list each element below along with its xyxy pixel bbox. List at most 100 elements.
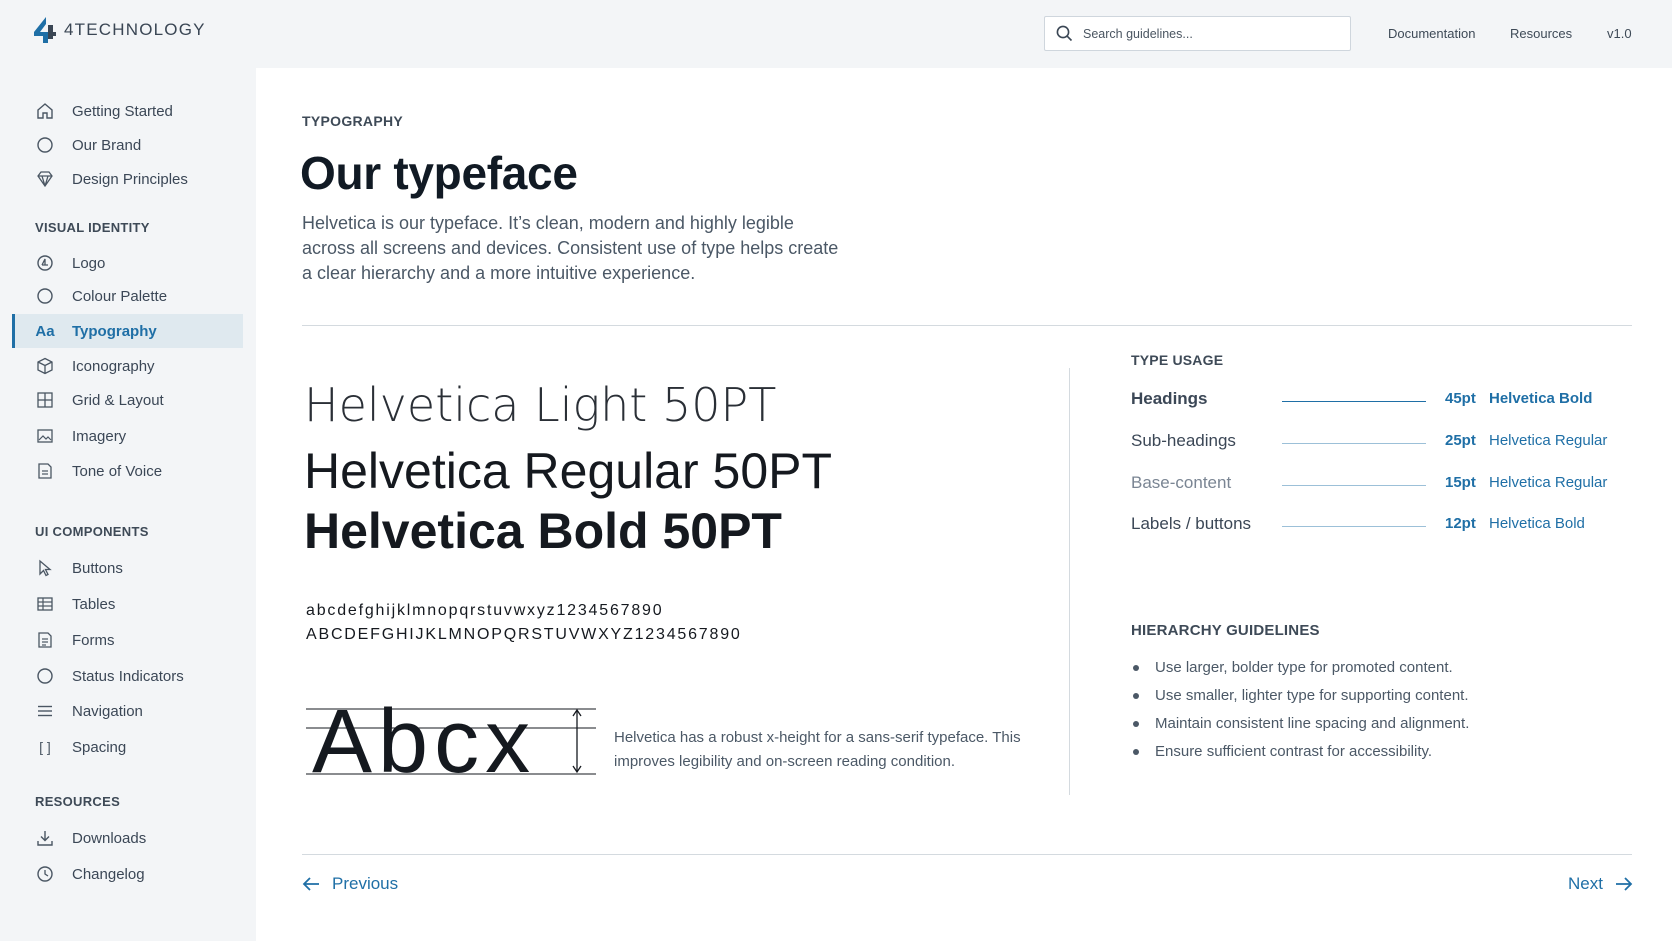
sidebar-item-label: Grid & Layout (72, 391, 164, 409)
sidebar-item-label: Spacing (72, 738, 127, 756)
hierarchy-item: Maintain consistent line spacing and ali… (1131, 715, 1469, 732)
usage-size: 12pt (1445, 515, 1476, 532)
sidebar-item-colour-palette[interactable]: Colour Palette (12, 279, 243, 313)
sidebar-item-iconography[interactable]: Iconography (12, 349, 243, 383)
search-box[interactable] (1044, 16, 1351, 51)
clock-icon (34, 863, 56, 885)
nav-resources[interactable]: Resources (1510, 26, 1572, 41)
usage-font: Helvetica Regular (1489, 474, 1608, 491)
arrow-right-icon (1615, 877, 1633, 891)
brand-name: 4TECHNOLOGY (64, 20, 206, 39)
hierarchy-heading: HIERARCHY GUIDELINES (1131, 622, 1320, 639)
sample-regular: Helvetica Regular 50PT (304, 443, 833, 499)
sidebar-item-label: Forms (72, 631, 115, 649)
bullet-icon (1133, 720, 1139, 727)
cube-icon (34, 355, 56, 377)
nav-documentation[interactable]: Documentation (1388, 26, 1475, 41)
sidebar-item-imagery[interactable]: Imagery (12, 419, 243, 453)
usage-row-subheadings: Sub-headings 25pt Helvetica Regular (1131, 431, 1651, 455)
bullet-icon (1133, 664, 1139, 671)
image-icon (34, 425, 56, 447)
next-button[interactable]: Next (1568, 874, 1633, 894)
sidebar-item-label: Our Brand (72, 136, 142, 154)
form-icon (34, 629, 56, 651)
sidebar-item-label: Colour Palette (72, 287, 168, 305)
usage-size: 45pt (1445, 390, 1476, 407)
sidebar-item-spacing[interactable]: [ ] Spacing (12, 730, 243, 764)
column-divider (1069, 368, 1070, 795)
sidebar-item-logo[interactable]: Logo (12, 246, 243, 280)
usage-row-labels-buttons: Labels / buttons 12pt Helvetica Bold (1131, 514, 1651, 538)
previous-button[interactable]: Previous (302, 874, 398, 894)
usage-leader-line (1282, 401, 1426, 402)
usage-size: 15pt (1445, 474, 1476, 491)
usage-leader-line (1282, 485, 1426, 486)
type-aa-icon: Aa (35, 322, 55, 340)
hierarchy-item: Ensure sufficient contrast for accessibi… (1131, 743, 1432, 760)
sidebar-item-label: Logo (72, 254, 106, 272)
sidebar-item-design-principles[interactable]: Design Principles (12, 162, 243, 196)
usage-row-headings: Headings 45pt Helvetica Bold (1131, 389, 1651, 413)
search-icon (1056, 25, 1073, 42)
sidebar-item-label: Navigation (72, 702, 143, 720)
sidebar-item-label: Downloads (72, 829, 147, 847)
sidebar-item-label: Iconography (72, 357, 155, 375)
sidebar-item-label: Typography (72, 322, 157, 340)
menu-icon (34, 700, 56, 722)
usage-leader-line (1282, 443, 1426, 444)
circle-icon (34, 665, 56, 687)
usage-name: Base-content (1131, 473, 1232, 492)
diamond-icon (34, 168, 56, 190)
usage-row-base-content: Base-content 15pt Helvetica Regular (1131, 473, 1651, 497)
bullet-icon (1133, 748, 1139, 755)
arrow-left-icon (302, 877, 319, 891)
sidebar-item-typography[interactable]: Aa Typography (12, 314, 243, 348)
table-icon (34, 593, 56, 615)
sidebar-item-tables[interactable]: Tables (12, 587, 243, 621)
sidebar-item-downloads[interactable]: Downloads (12, 821, 243, 855)
hierarchy-item-text: Ensure sufficient contrast for accessibi… (1155, 743, 1433, 760)
top-bar: 4TECHNOLOGY Documentation Resources v1.0 (0, 0, 1672, 68)
4technology-logo-icon (34, 17, 56, 43)
section-resources: RESOURCES (35, 794, 121, 809)
usage-name: Headings (1131, 389, 1208, 408)
sidebar: Getting Started Our Brand Design Princip… (0, 68, 256, 941)
section-ui-components: UI COMPONENTS (35, 524, 149, 539)
logo-icon (34, 252, 56, 274)
sidebar-item-buttons[interactable]: Buttons (12, 551, 243, 585)
sidebar-item-grid-layout[interactable]: Grid & Layout (12, 383, 243, 417)
sidebar-item-forms[interactable]: Forms (12, 623, 243, 657)
intro-paragraph: Helvetica is our typeface. It’s clean, m… (302, 213, 839, 283)
sidebar-item-label: Changelog (72, 865, 145, 883)
top-divider (302, 325, 1632, 326)
sidebar-item-status-indicators[interactable]: Status Indicators (12, 659, 243, 693)
document-icon (34, 460, 56, 482)
usage-font: Helvetica Bold (1489, 390, 1593, 407)
sidebar-item-tone-of-voice[interactable]: Tone of Voice (12, 454, 243, 488)
sidebar-item-label: Buttons (72, 559, 123, 577)
sidebar-item-label: Tables (72, 595, 116, 613)
bottom-divider (302, 854, 1632, 855)
hierarchy-item-text: Use smaller, lighter type for supporting… (1155, 687, 1469, 704)
sidebar-item-label: Imagery (72, 427, 127, 445)
section-visual-identity: VISUAL IDENTITY (35, 220, 150, 235)
type-usage-heading: TYPE USAGE (1131, 352, 1224, 368)
version-badge[interactable]: v1.0 (1607, 26, 1632, 41)
section-eyebrow: TYPOGRAPHY (302, 113, 404, 129)
sidebar-item-our-brand[interactable]: Our Brand (12, 128, 243, 162)
xheight-sample-text: Abcx (312, 692, 537, 792)
grid-icon (34, 389, 56, 411)
sample-light: Helvetica Light 50PT (304, 378, 777, 432)
xheight-note: Helvetica has a robust x-height for a sa… (614, 729, 1021, 770)
usage-font: Helvetica Regular (1489, 432, 1608, 449)
usage-name: Sub-headings (1131, 431, 1236, 450)
search-input[interactable] (1083, 26, 1343, 41)
xheight-illustration: Abcx (306, 692, 596, 796)
sidebar-item-navigation[interactable]: Navigation (12, 694, 243, 728)
sidebar-item-changelog[interactable]: Changelog (12, 857, 243, 891)
brand-logo[interactable]: 4TECHNOLOGY (34, 17, 206, 43)
sidebar-item-getting-started[interactable]: Getting Started (12, 94, 243, 128)
circle-icon (34, 134, 56, 156)
cursor-icon (34, 557, 56, 579)
main-content: TYPOGRAPHY Our typeface Helvetica is our… (256, 68, 1672, 941)
